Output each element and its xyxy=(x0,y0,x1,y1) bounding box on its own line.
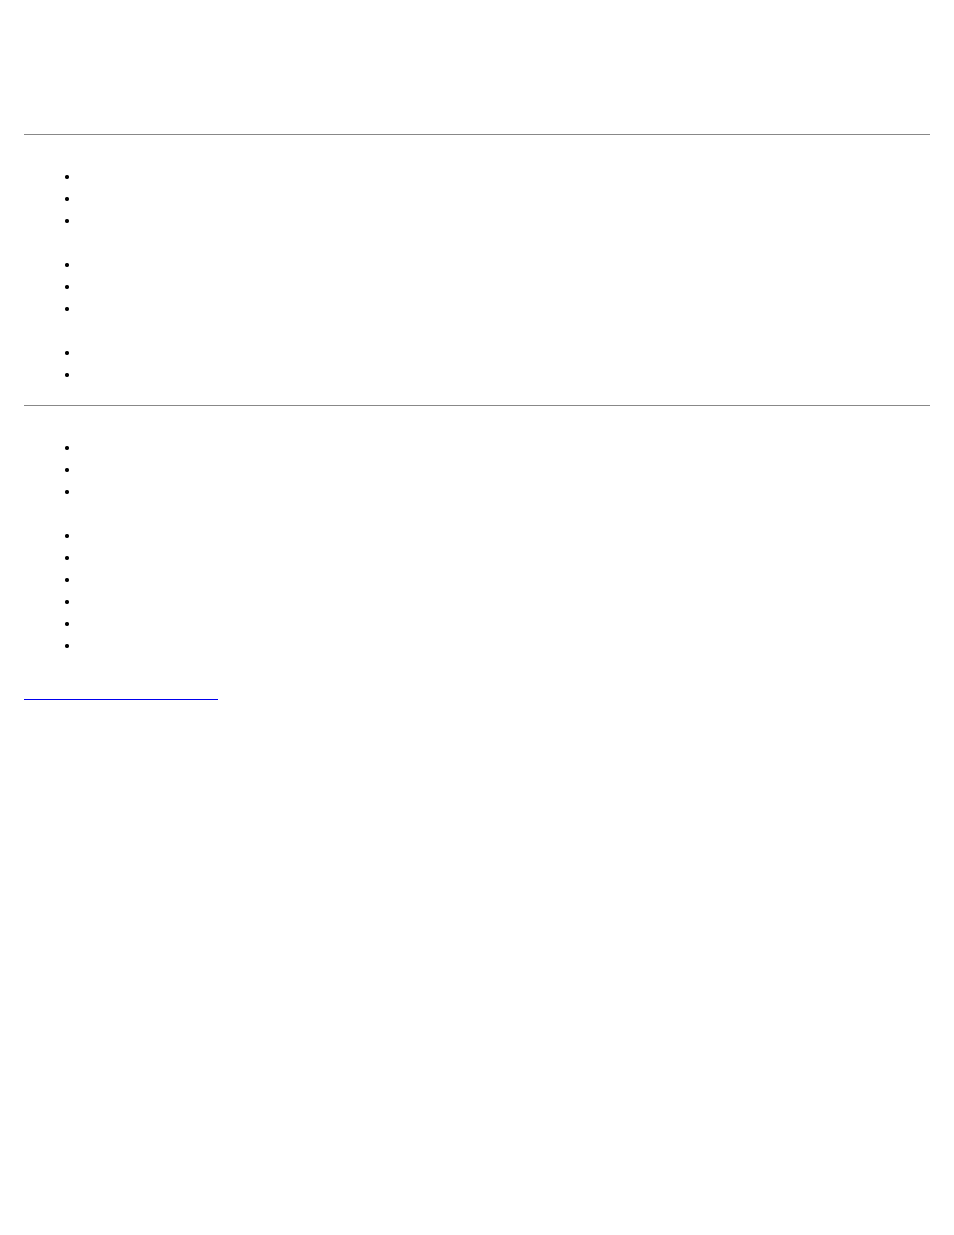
divider-2 xyxy=(24,405,930,406)
list-item xyxy=(80,209,930,231)
list-item xyxy=(80,568,930,590)
list-item xyxy=(80,436,930,458)
section-2 xyxy=(24,436,930,656)
divider-1 xyxy=(24,134,930,135)
list-item xyxy=(80,297,930,319)
list-item xyxy=(80,363,930,385)
list-2b xyxy=(24,524,930,656)
list-1c xyxy=(24,341,930,385)
list-item xyxy=(80,341,930,363)
list-1b xyxy=(24,253,930,319)
list-item xyxy=(80,458,930,480)
list-item xyxy=(80,253,930,275)
list-2a xyxy=(24,436,930,502)
list-item xyxy=(80,480,930,502)
list-1a xyxy=(24,165,930,231)
link-container xyxy=(24,686,930,705)
section-1 xyxy=(24,165,930,385)
list-item xyxy=(80,187,930,209)
list-item xyxy=(80,546,930,568)
list-item xyxy=(80,634,930,656)
link[interactable] xyxy=(24,686,218,700)
list-item xyxy=(80,590,930,612)
list-item xyxy=(80,524,930,546)
list-item xyxy=(80,165,930,187)
list-item xyxy=(80,612,930,634)
list-item xyxy=(80,275,930,297)
